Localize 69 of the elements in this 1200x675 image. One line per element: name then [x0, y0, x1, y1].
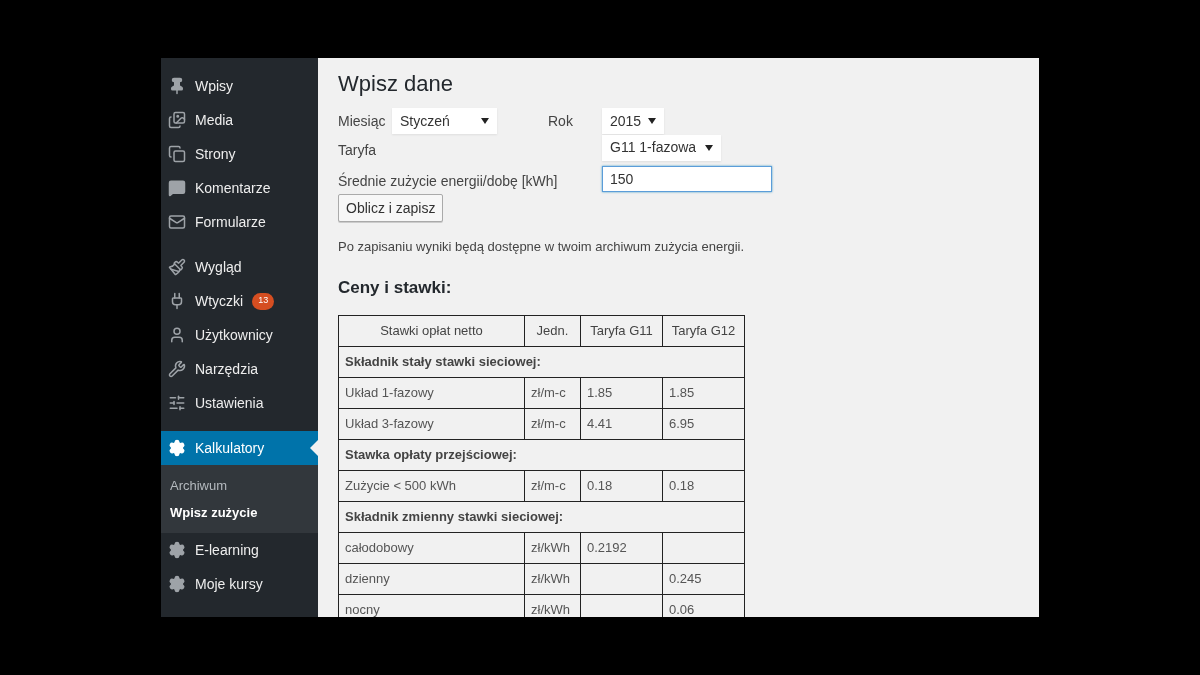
user-icon	[168, 326, 186, 344]
table-cell: 0.245	[662, 563, 745, 595]
table-cell: zł/kWh	[524, 563, 581, 595]
info-text: Po zapisaniu wyniki będą dostępne w twoim archiwum zużycia energii.	[338, 238, 746, 256]
table-cell: Układ 3-fazowy	[338, 408, 525, 440]
menu-item[interactable]: Użytkownicy	[161, 318, 318, 352]
settings-icon	[168, 541, 186, 559]
menu-item[interactable]: Wpisy	[161, 69, 318, 103]
table-cell: 1.85	[662, 377, 745, 409]
section-row: Składnik zmienny stawki sieciowej:	[338, 501, 745, 533]
menu-item[interactable]: Wygląd	[161, 250, 318, 284]
table-cell: Zużycie < 500 kWh	[338, 470, 525, 502]
column-header: Taryfa G11	[580, 315, 663, 347]
table-cell: 1.85	[580, 377, 663, 409]
table-cell: 0.2192	[580, 532, 663, 564]
submit-button[interactable]: Oblicz i zapisz	[338, 194, 444, 222]
table-cell: dzienny	[338, 563, 525, 595]
table-cell: zł/kWh	[524, 532, 581, 564]
media-icon	[168, 111, 186, 129]
caret-icon	[705, 144, 713, 151]
column-header: Stawki opłat netto	[338, 315, 525, 347]
field-label: Miesiąc	[338, 111, 387, 131]
table-cell: całodobowy	[338, 532, 525, 564]
table-cell: 4.41	[580, 408, 663, 440]
settings-icon	[168, 575, 186, 593]
table-cell: nocny	[338, 594, 525, 617]
table-cell: 0.18	[580, 470, 663, 502]
menu-item[interactable]: Narzędzia	[161, 352, 318, 386]
brush-icon	[168, 258, 186, 276]
page-title: Wpisz dane	[338, 70, 454, 97]
submenu-item[interactable]: Archiwum	[161, 472, 318, 499]
column-header: Taryfa G12	[662, 315, 745, 347]
comment-icon	[168, 179, 186, 197]
table-cell: Układ 1-fazowy	[338, 377, 525, 409]
settings-icon	[168, 439, 186, 457]
table-cell: zł/m-c	[524, 470, 581, 502]
envelope-icon	[168, 213, 186, 231]
table-cell: zł/m-c	[524, 377, 581, 409]
menu-item[interactable]: Wtyczki 13	[161, 284, 318, 318]
menu-item[interactable]: Strony	[161, 137, 318, 171]
submenu-item[interactable]: Wpisz zużycie	[161, 499, 318, 526]
section-heading: Ceny i stawki:	[338, 276, 453, 299]
section-row: Stawka opłaty przejściowej:	[338, 439, 745, 471]
field-label: Średnie zużycie energii/dobę [kWh]	[338, 171, 559, 191]
menu-item[interactable]: Moje kursy	[161, 567, 318, 601]
wrench-icon	[168, 360, 186, 378]
field-label: Taryfa	[338, 141, 378, 160]
pin-icon	[168, 77, 186, 95]
tariff-select[interactable]: G11 1-fazowa	[602, 134, 721, 161]
table-cell: 0.18	[662, 470, 745, 502]
sliders-icon	[168, 394, 186, 412]
column-header: Jedn.	[524, 315, 581, 347]
menu-item[interactable]: Kalkulatory	[161, 431, 318, 465]
table-cell: 6.95	[662, 408, 745, 440]
year-select[interactable]: 2015	[602, 108, 664, 134]
pages-icon	[168, 145, 186, 163]
month-select[interactable]: Styczeń	[392, 108, 497, 134]
update-count-badge: 13	[252, 292, 275, 310]
table-cell: zł/m-c	[524, 408, 581, 440]
menu-item[interactable]: Formularze	[161, 205, 318, 239]
menu-item[interactable]: E-learning	[161, 533, 318, 567]
section-row: Składnik stały stawki sieciowej:	[338, 346, 745, 378]
field-label: Rok	[548, 111, 573, 131]
menu-item[interactable]: Media	[161, 103, 318, 137]
menu-item[interactable]: Ustawienia	[161, 386, 318, 420]
input-field[interactable]: 150	[602, 165, 772, 192]
caret-icon	[648, 118, 656, 124]
caret-icon	[481, 118, 489, 124]
menu-item[interactable]: Komentarze	[161, 171, 318, 205]
